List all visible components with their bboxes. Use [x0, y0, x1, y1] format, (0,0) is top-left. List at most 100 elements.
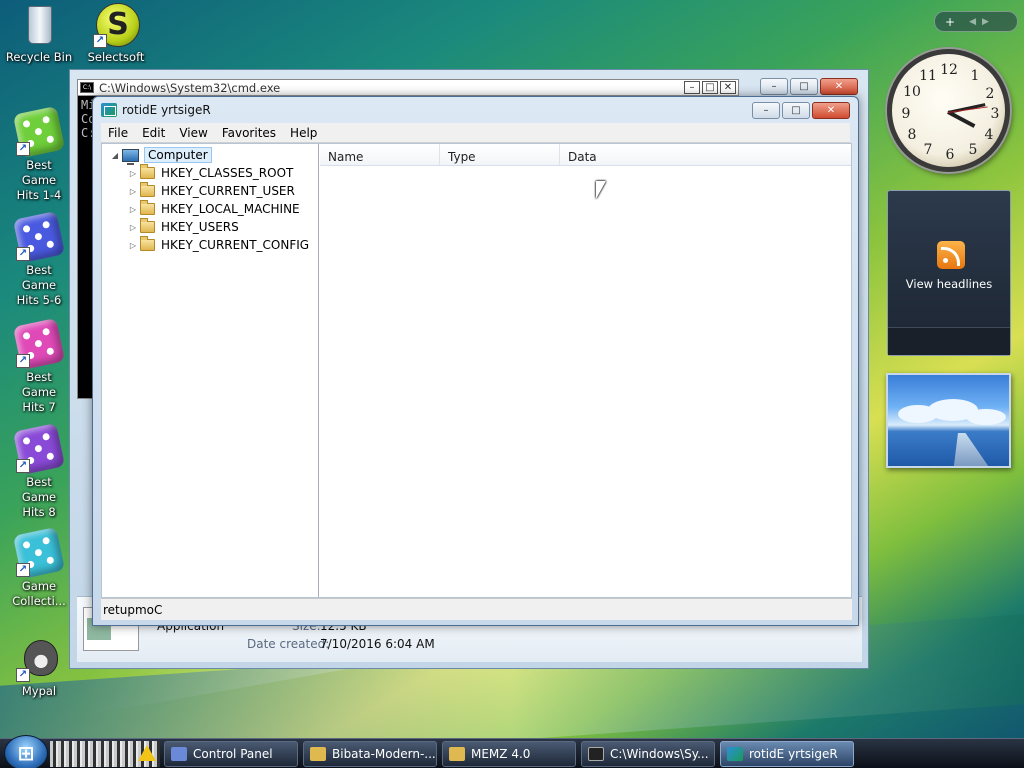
clock-number: 5 [968, 142, 978, 158]
tree-node-label: HKEY_CLASSES_ROOT [161, 166, 294, 180]
selectsoft-icon: S ↗ [93, 2, 140, 48]
mouse-cursor-icon [596, 181, 606, 199]
dice-icon: ↗ [12, 105, 66, 159]
start-button[interactable]: ⊞ [4, 735, 48, 768]
clock-number: 4 [984, 127, 994, 143]
tree-node-label: HKEY_LOCAL_MACHINE [161, 202, 300, 216]
pier-shape [953, 433, 993, 466]
desktop-icon-best-game-hits-7[interactable]: ↗ Best Game Hits 7 [0, 317, 78, 415]
column-header-data[interactable]: Data [560, 144, 851, 165]
minimize-button[interactable]: – [752, 101, 780, 119]
add-gadget-button[interactable]: + [945, 15, 955, 29]
tree-node-hkey-classes-root[interactable]: ▷ HKEY_CLASSES_ROOT [102, 164, 318, 182]
taskbar-button-cmd[interactable]: C:\Windows\Sy... [581, 741, 715, 767]
menu-help[interactable]: Help [283, 126, 324, 140]
raccoon-icon: ↗ [16, 636, 62, 682]
date-created-value: 7/10/2016 6:04 AM [320, 637, 435, 651]
desktop-icon-best-game-hits-5-6[interactable]: ↗ Best Game Hits 5-6 [0, 210, 78, 308]
tree-node-label: HKEY_USERS [161, 220, 239, 234]
desktop-icon-best-game-hits-1-4[interactable]: ↗ Best Game Hits 1-4 [0, 105, 78, 203]
expand-arrow-icon[interactable]: ▷ [128, 241, 138, 250]
expand-arrow-icon[interactable]: ▷ [128, 205, 138, 214]
clock-number: 7 [923, 142, 933, 158]
minimize-button[interactable]: – [684, 81, 700, 94]
column-header-type[interactable]: Type [440, 144, 560, 165]
regedit-menu-bar: File Edit View Favorites Help [101, 123, 850, 143]
values-list[interactable]: Name Type Data [320, 144, 851, 597]
tree-node-hkey-current-user[interactable]: ▷ HKEY_CURRENT_USER [102, 182, 318, 200]
clock-number: 6 [945, 147, 955, 163]
warning-icon[interactable] [138, 745, 156, 761]
dice-icon: ↗ [12, 210, 66, 264]
desktop-icon-game-collection[interactable]: ↗ Game Collecti... [0, 526, 78, 609]
regedit-title-bar[interactable]: rotidE yrtsigeR – □ ✕ [93, 97, 858, 123]
expand-arrow-icon[interactable]: ▷ [128, 169, 138, 178]
feed-headlines-gadget[interactable]: View headlines [887, 190, 1011, 356]
tree-node-computer[interactable]: ◢ Computer [102, 146, 318, 165]
clock-gadget[interactable]: 12 1 2 3 4 5 6 7 8 9 10 11 [887, 49, 1010, 172]
desktop-icon-label: Selectsoft [87, 50, 145, 64]
expand-arrow-icon[interactable]: ▷ [128, 223, 138, 232]
view-headlines-label[interactable]: View headlines [888, 277, 1010, 291]
slideshow-gadget[interactable] [886, 373, 1011, 468]
folder-icon [140, 182, 155, 197]
shortcut-arrow-icon: ↗ [16, 142, 30, 156]
dice-icon: ↗ [12, 526, 66, 580]
registry-tree[interactable]: ◢ Computer ▷ HKEY_CLASSES_ROOT ▷ HKEY_CU… [102, 144, 319, 597]
computer-icon [122, 148, 139, 165]
taskbar-button-memz[interactable]: MEMZ 4.0 [442, 741, 576, 767]
registry-editor-window[interactable]: rotidE yrtsigeR – □ ✕ File Edit View Fav… [92, 96, 859, 626]
desktop-icon-selectsoft[interactable]: S ↗ Selectsoft [77, 2, 155, 65]
tree-node-label: HKEY_CURRENT_USER [161, 184, 295, 198]
maximize-button[interactable]: □ [790, 78, 818, 95]
desktop-icon-best-game-hits-8[interactable]: ↗ Best Game Hits 8 [0, 422, 78, 520]
tree-node-hkey-users[interactable]: ▷ HKEY_USERS [102, 218, 318, 236]
clock-number: 12 [940, 62, 958, 78]
maximize-button[interactable]: □ [782, 101, 810, 119]
cmd-title-bar[interactable]: C:\ C:\Windows\System32\cmd.exe – □ ✕ [78, 80, 738, 96]
cmd-title: C:\Windows\System32\cmd.exe [99, 80, 281, 95]
date-created-label: Date created: [247, 637, 330, 651]
desktop-icon-recycle-bin[interactable]: Recycle Bin [0, 2, 78, 65]
desktop-icon-mypal[interactable]: ↗ Mypal [0, 636, 78, 699]
collapse-arrow-icon[interactable]: ◢ [110, 151, 120, 160]
minimize-button[interactable]: – [760, 78, 788, 95]
shortcut-arrow-icon: ↗ [16, 563, 30, 577]
next-arrow-icon[interactable]: ▶ [982, 17, 989, 27]
feed-gadget-footer [888, 327, 1010, 355]
taskbar-button-label: MEMZ 4.0 [471, 747, 531, 761]
cloud-shape [966, 409, 1006, 425]
folder-icon [140, 164, 155, 179]
column-header-name[interactable]: Name [320, 144, 440, 165]
shortcut-arrow-icon: ↗ [16, 247, 30, 261]
folder-icon [449, 747, 465, 761]
folder-icon [140, 218, 155, 233]
close-button[interactable]: ✕ [812, 101, 850, 119]
clock-number: 10 [903, 84, 921, 100]
desktop-icon-label: Mypal [21, 684, 57, 698]
status-bar: retupmoC [101, 598, 852, 620]
tree-node-hkey-local-machine[interactable]: ▷ HKEY_LOCAL_MACHINE [102, 200, 318, 218]
shortcut-arrow-icon: ↗ [93, 34, 107, 48]
rss-icon [937, 241, 965, 269]
previous-arrow-icon[interactable]: ◀ [969, 17, 976, 27]
menu-favorites[interactable]: Favorites [215, 126, 283, 140]
menu-file[interactable]: File [101, 126, 135, 140]
taskbar-button-bibata[interactable]: Bibata-Modern-... [303, 741, 437, 767]
folder-icon [140, 236, 155, 251]
menu-edit[interactable]: Edit [135, 126, 172, 140]
taskbar-button-label: Control Panel [193, 747, 273, 761]
gadget-toolbar: + ◀ ▶ [934, 11, 1018, 32]
close-button[interactable]: ✕ [820, 78, 858, 95]
tree-node-hkey-current-config[interactable]: ▷ HKEY_CURRENT_CONFIG [102, 236, 318, 254]
menu-view[interactable]: View [172, 126, 214, 140]
folder-icon [140, 200, 155, 215]
taskbar-button-regedit[interactable]: rotidE yrtsigeR [720, 741, 854, 767]
list-header: Name Type Data [320, 144, 851, 166]
recycle-bin-icon [16, 2, 62, 48]
clock-number: 3 [990, 106, 1000, 122]
expand-arrow-icon[interactable]: ▷ [128, 187, 138, 196]
maximize-button[interactable]: □ [702, 81, 718, 94]
close-button[interactable]: ✕ [720, 81, 736, 94]
taskbar-button-control-panel[interactable]: Control Panel [164, 741, 298, 767]
